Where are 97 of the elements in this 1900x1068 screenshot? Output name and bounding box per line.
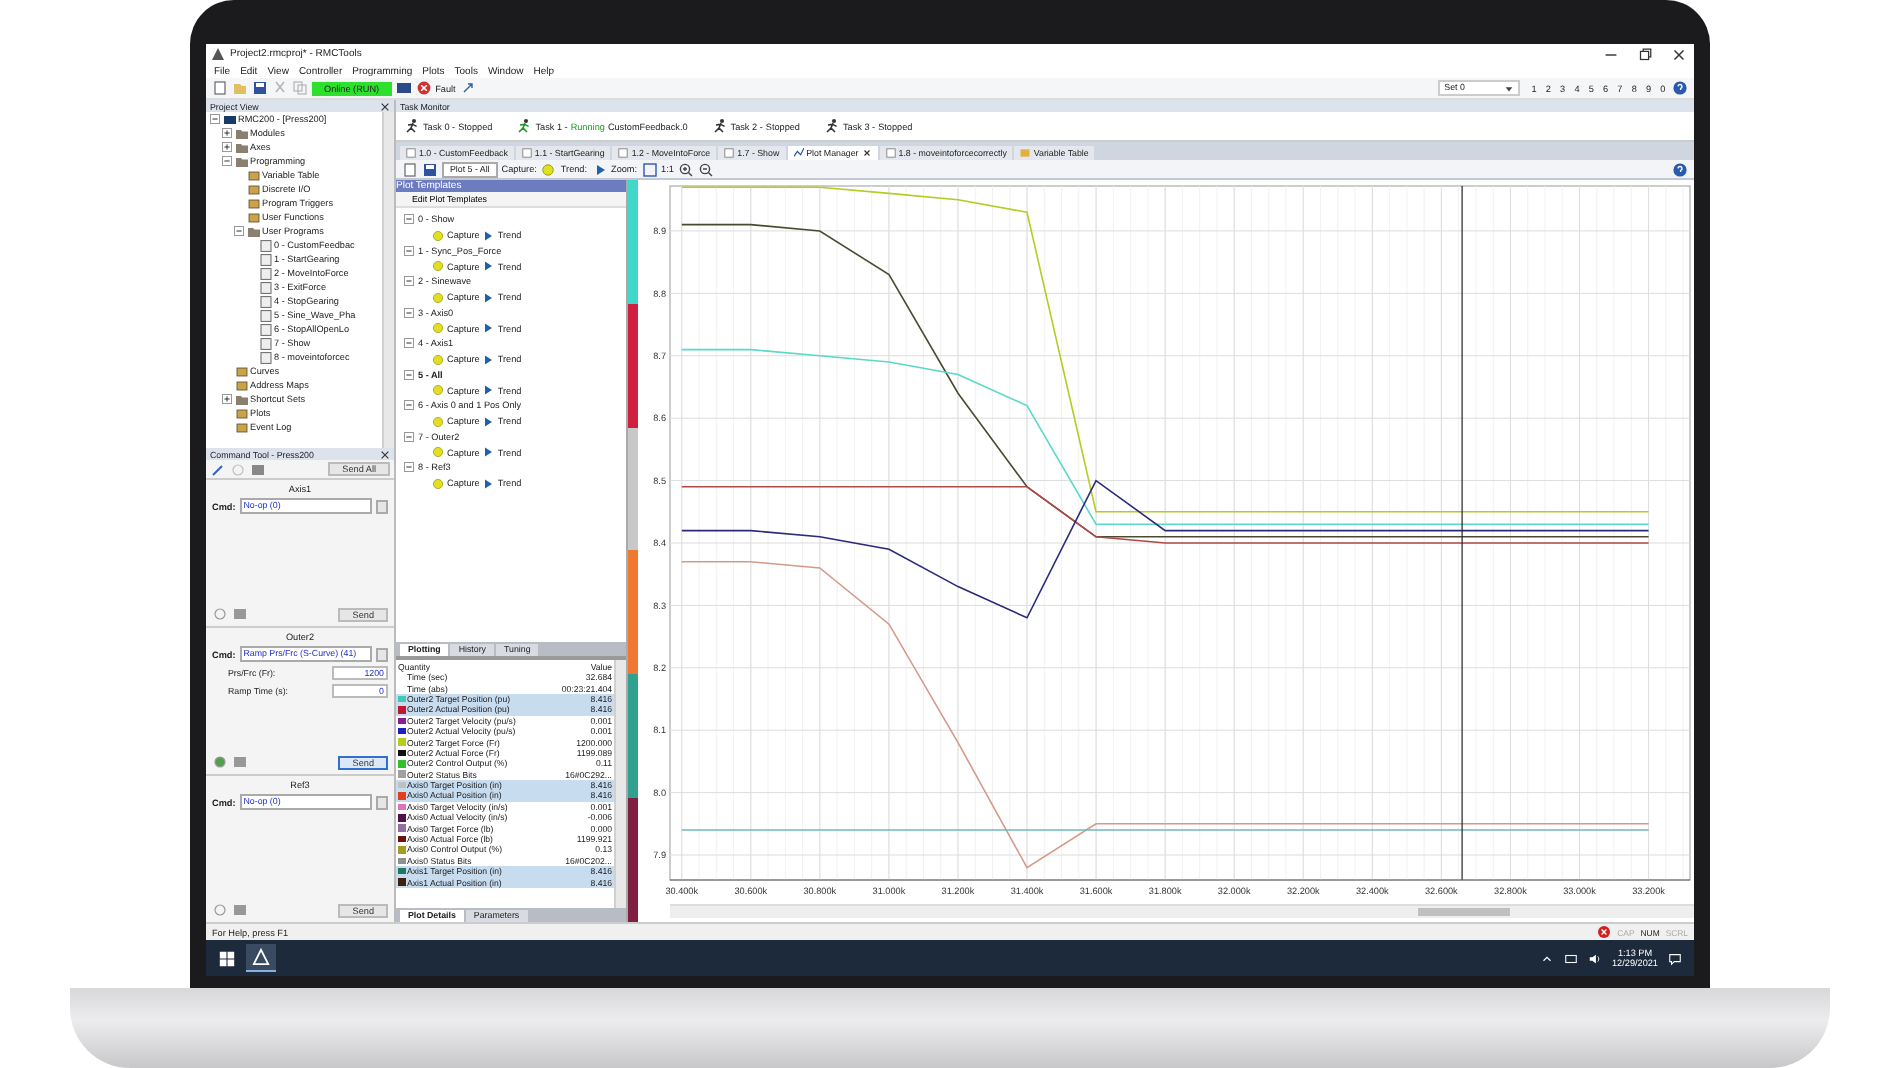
play-icon <box>482 415 495 427</box>
running-figure-icon <box>516 118 533 134</box>
expand-icon[interactable] <box>222 142 232 152</box>
browse-button[interactable] <box>376 795 388 809</box>
capture-icon <box>432 229 444 241</box>
folder-icon <box>247 225 259 237</box>
expand-icon[interactable] <box>222 128 232 138</box>
save-icon[interactable] <box>252 80 268 96</box>
windows-logo-icon[interactable] <box>218 949 236 967</box>
browse-button[interactable] <box>376 499 388 513</box>
play-icon <box>482 384 495 396</box>
controller-icon <box>223 113 235 125</box>
close-icon[interactable] <box>1670 45 1688 63</box>
collapse-icon[interactable] <box>404 338 414 349</box>
pen-icon[interactable] <box>210 461 226 477</box>
grid-icon[interactable] <box>232 606 248 622</box>
scrollbar-thumb[interactable] <box>1417 908 1510 916</box>
collapse-icon[interactable] <box>404 400 414 411</box>
zoom-out-icon[interactable] <box>697 161 714 177</box>
document-icon <box>521 148 532 158</box>
grid-icon[interactable] <box>250 461 266 477</box>
capture-icon <box>432 260 444 272</box>
restore-icon[interactable] <box>1636 45 1654 63</box>
capture-icon[interactable] <box>540 161 557 177</box>
browse-button[interactable] <box>376 647 388 661</box>
collapse-icon[interactable] <box>210 114 220 124</box>
axis-color-strip[interactable] <box>628 303 638 428</box>
collapse-icon[interactable] <box>404 462 414 473</box>
play-icon <box>482 353 495 365</box>
scrollbar[interactable] <box>382 112 394 448</box>
error-icon <box>1595 924 1612 940</box>
collapse-icon[interactable] <box>234 226 244 236</box>
collapse-icon[interactable] <box>222 156 232 166</box>
play-icon <box>482 260 495 272</box>
cursor-line[interactable] <box>1461 185 1463 881</box>
axis-color-strip[interactable] <box>628 674 638 799</box>
scrollbar[interactable] <box>670 904 1694 918</box>
axis-color-strip[interactable] <box>628 180 638 304</box>
scrollbar[interactable] <box>614 660 626 908</box>
collapse-icon[interactable] <box>404 431 414 442</box>
axis-color-strip[interactable] <box>628 427 638 551</box>
taskbar-app-button[interactable] <box>246 944 276 972</box>
play-icon <box>482 446 495 458</box>
fault-icon[interactable] <box>415 80 432 96</box>
save-icon[interactable] <box>422 161 438 177</box>
new-file-icon[interactable] <box>212 80 228 96</box>
table-icon <box>1020 148 1031 158</box>
running-figure-icon <box>824 118 840 134</box>
zoom-in-icon[interactable] <box>677 161 694 177</box>
capture-icon <box>432 384 444 396</box>
grid-icon[interactable] <box>232 902 248 918</box>
capture-icon <box>432 415 444 427</box>
axis-color-strip[interactable] <box>628 798 638 922</box>
capture-icon <box>432 322 444 334</box>
document-icon <box>885 148 896 158</box>
app-icon <box>252 948 270 966</box>
circle-icon[interactable] <box>212 606 228 622</box>
expand-icon[interactable] <box>222 394 232 404</box>
close-icon[interactable] <box>380 449 390 459</box>
capture-icon <box>432 446 444 458</box>
capture-icon <box>432 291 444 303</box>
play-icon <box>482 477 495 489</box>
capture-icon <box>432 477 444 489</box>
collapse-icon[interactable] <box>404 369 414 380</box>
capture-icon <box>432 353 444 365</box>
chevron-up-icon[interactable] <box>1540 951 1554 965</box>
caret-icon <box>1504 83 1515 93</box>
app-icon <box>212 48 224 60</box>
chart-icon <box>793 148 804 158</box>
notification-icon[interactable] <box>1668 951 1682 965</box>
collapse-icon[interactable] <box>404 307 414 318</box>
help-icon[interactable] <box>1672 161 1688 177</box>
folder-icon <box>235 393 247 405</box>
fit-icon[interactable] <box>641 161 658 177</box>
copy-icon[interactable] <box>292 80 308 96</box>
collapse-icon[interactable] <box>404 214 414 225</box>
network-icon[interactable] <box>1564 951 1578 965</box>
play-icon <box>482 291 495 303</box>
running-figure-icon <box>711 118 728 134</box>
help-icon[interactable] <box>1672 80 1688 96</box>
monitor-icon[interactable] <box>395 80 412 96</box>
close-icon[interactable] <box>861 148 872 158</box>
circle-icon[interactable] <box>212 754 228 770</box>
play-icon <box>482 229 495 241</box>
document-icon <box>406 148 416 158</box>
volume-icon[interactable] <box>1588 951 1602 965</box>
play-icon <box>482 322 495 334</box>
running-figure-icon <box>404 118 420 134</box>
document-icon <box>724 148 735 158</box>
axis-color-strip[interactable] <box>628 550 638 675</box>
grid-icon[interactable] <box>232 754 248 770</box>
document-icon <box>618 148 629 158</box>
collapse-icon[interactable] <box>404 276 414 287</box>
circle-icon[interactable] <box>212 902 228 918</box>
pin-icon[interactable] <box>459 80 476 96</box>
collapse-icon[interactable] <box>404 245 414 256</box>
close-icon[interactable] <box>380 101 390 111</box>
